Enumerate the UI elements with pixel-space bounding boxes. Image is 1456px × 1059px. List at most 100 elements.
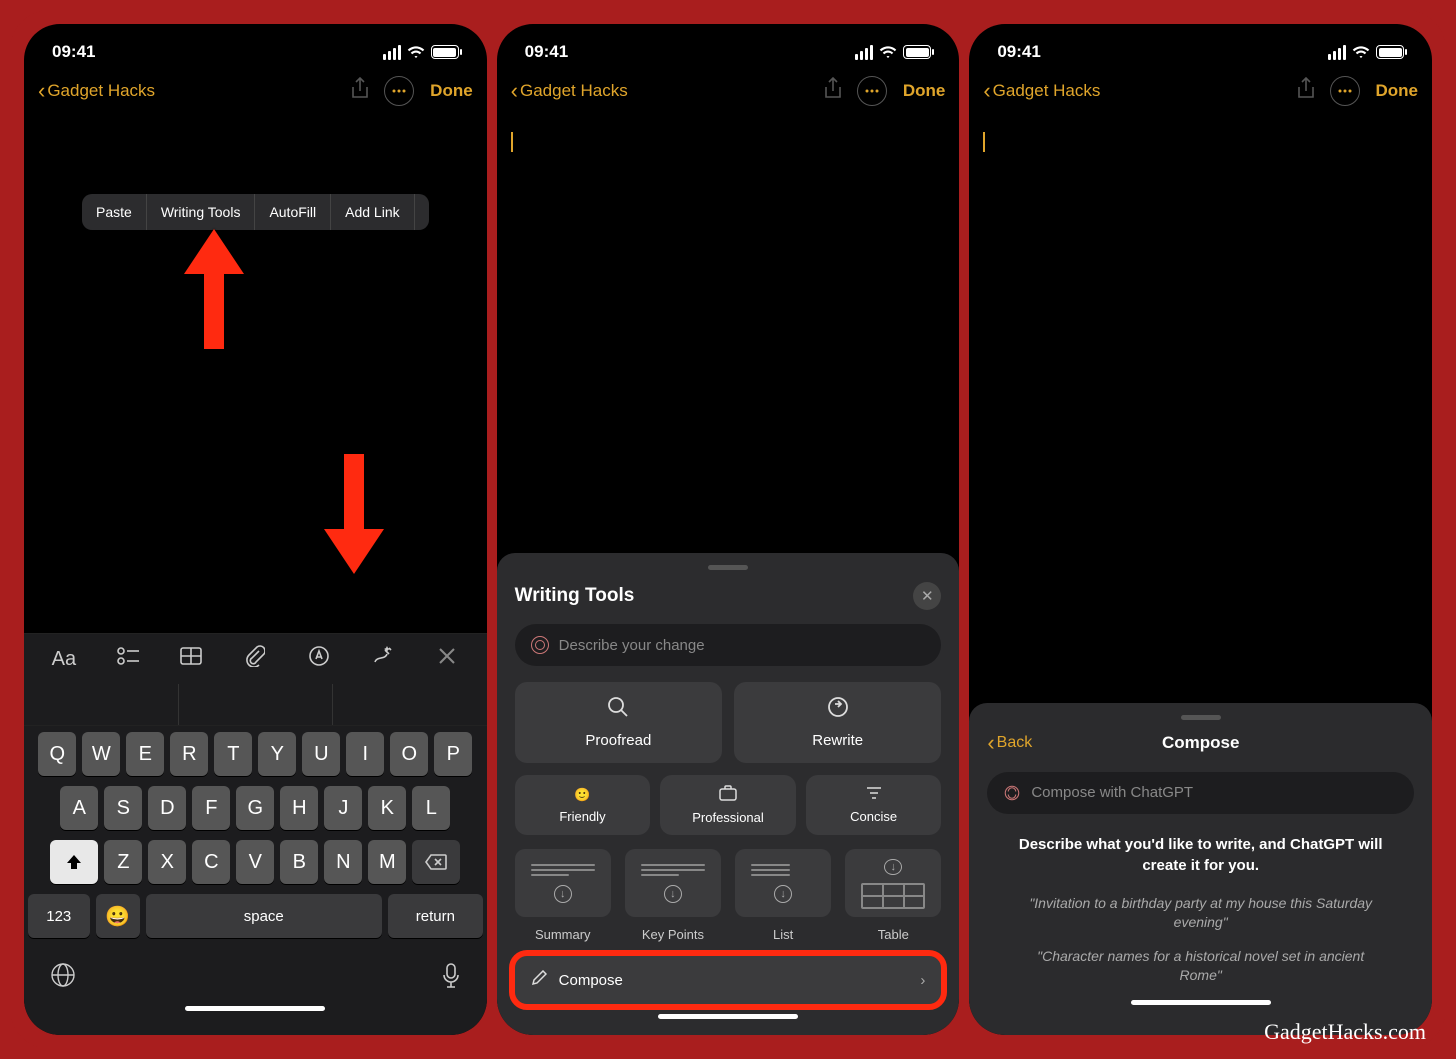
sheet-grabber[interactable] bbox=[1181, 715, 1221, 720]
key-n[interactable]: N bbox=[324, 840, 362, 884]
key-shift[interactable] bbox=[50, 840, 98, 884]
key-e[interactable]: E bbox=[126, 732, 164, 776]
professional-button[interactable]: Professional bbox=[660, 775, 796, 835]
ctx-autofill[interactable]: AutoFill bbox=[255, 194, 331, 230]
prediction-1[interactable] bbox=[24, 684, 179, 725]
key-o[interactable]: O bbox=[390, 732, 428, 776]
key-y[interactable]: Y bbox=[258, 732, 296, 776]
key-g[interactable]: G bbox=[236, 786, 274, 830]
writing-tools-button[interactable] bbox=[363, 644, 403, 674]
summary-button[interactable]: ↓ Summary bbox=[515, 849, 611, 942]
share-icon[interactable] bbox=[1290, 77, 1322, 106]
key-j[interactable]: J bbox=[324, 786, 362, 830]
keyboard: Q W E R T Y U I O P A S D F G H J K L bbox=[24, 726, 487, 1035]
key-p[interactable]: P bbox=[434, 732, 472, 776]
note-body[interactable] bbox=[24, 112, 487, 633]
compose-input[interactable]: Compose with ChatGPT bbox=[987, 772, 1414, 814]
key-return[interactable]: return bbox=[388, 894, 483, 938]
smile-icon: 🙂 bbox=[574, 787, 590, 803]
ctx-writing-tools[interactable]: Writing Tools bbox=[147, 194, 256, 230]
home-indicator[interactable] bbox=[658, 1014, 798, 1019]
compose-instruction: Describe what you'd like to write, and C… bbox=[987, 834, 1414, 876]
compose-sheet: ‹ Back Compose Compose with ChatGPT Desc… bbox=[969, 703, 1432, 1035]
key-a[interactable]: A bbox=[60, 786, 98, 830]
chevron-left-icon: ‹ bbox=[983, 80, 990, 102]
signal-icon bbox=[383, 45, 401, 60]
done-button[interactable]: Done bbox=[895, 81, 946, 101]
sheet-grabber[interactable] bbox=[708, 565, 748, 570]
chevron-left-icon: ‹ bbox=[38, 80, 45, 102]
key-u[interactable]: U bbox=[302, 732, 340, 776]
mic-icon[interactable] bbox=[441, 962, 461, 996]
status-time: 09:41 bbox=[525, 42, 568, 62]
more-icon[interactable] bbox=[857, 76, 887, 106]
concise-button[interactable]: Concise bbox=[806, 775, 942, 835]
sheet-title: Writing Tools bbox=[515, 585, 635, 607]
done-button[interactable]: Done bbox=[422, 81, 473, 101]
key-emoji[interactable]: 😀 bbox=[96, 894, 140, 938]
navbar: ‹ Gadget Hacks Done bbox=[24, 70, 487, 112]
done-button[interactable]: Done bbox=[1368, 81, 1419, 101]
share-icon[interactable] bbox=[817, 77, 849, 106]
table-button[interactable] bbox=[171, 647, 211, 671]
key-r[interactable]: R bbox=[170, 732, 208, 776]
rewrite-button[interactable]: Rewrite bbox=[734, 682, 941, 763]
key-w[interactable]: W bbox=[82, 732, 120, 776]
key-t[interactable]: T bbox=[214, 732, 252, 776]
checklist-button[interactable] bbox=[108, 647, 148, 671]
sheet-back-button[interactable]: ‹ Back bbox=[987, 732, 1032, 754]
signal-icon bbox=[1328, 45, 1346, 60]
describe-placeholder: Describe your change bbox=[559, 637, 705, 654]
proofread-button[interactable]: Proofread bbox=[515, 682, 722, 763]
key-c[interactable]: C bbox=[192, 840, 230, 884]
key-d[interactable]: D bbox=[148, 786, 186, 830]
list-button[interactable]: ↓ List bbox=[735, 849, 831, 942]
compose-button[interactable]: Compose › bbox=[515, 956, 942, 1004]
battery-icon bbox=[1376, 45, 1404, 59]
back-button[interactable]: ‹ Gadget Hacks bbox=[983, 80, 1100, 102]
more-icon[interactable] bbox=[1330, 76, 1360, 106]
key-m[interactable]: M bbox=[368, 840, 406, 884]
table-button[interactable]: ↓ Table bbox=[845, 849, 941, 942]
key-x[interactable]: X bbox=[148, 840, 186, 884]
key-s[interactable]: S bbox=[104, 786, 142, 830]
key-numbers[interactable]: 123 bbox=[28, 894, 90, 938]
text-format-button[interactable]: Aa bbox=[44, 648, 84, 671]
key-delete[interactable] bbox=[412, 840, 460, 884]
ctx-more[interactable] bbox=[415, 194, 429, 230]
context-menu: Paste Writing Tools AutoFill Add Link bbox=[82, 194, 429, 230]
friendly-button[interactable]: 🙂 Friendly bbox=[515, 775, 651, 835]
ctx-add-link[interactable]: Add Link bbox=[331, 194, 414, 230]
back-button[interactable]: ‹ Gadget Hacks bbox=[38, 80, 155, 102]
concise-icon bbox=[865, 786, 883, 803]
status-time: 09:41 bbox=[997, 42, 1040, 62]
status-time: 09:41 bbox=[52, 42, 95, 62]
key-f[interactable]: F bbox=[192, 786, 230, 830]
key-space[interactable]: space bbox=[146, 894, 383, 938]
key-z[interactable]: Z bbox=[104, 840, 142, 884]
magnify-icon bbox=[607, 696, 629, 724]
close-sheet-button[interactable]: ✕ bbox=[913, 582, 941, 610]
close-toolbar-button[interactable] bbox=[427, 647, 467, 671]
key-i[interactable]: I bbox=[346, 732, 384, 776]
key-v[interactable]: V bbox=[236, 840, 274, 884]
key-b[interactable]: B bbox=[280, 840, 318, 884]
key-k[interactable]: K bbox=[368, 786, 406, 830]
describe-change-input[interactable]: Describe your change bbox=[515, 624, 942, 666]
draw-button[interactable] bbox=[299, 645, 339, 673]
prediction-2[interactable] bbox=[179, 684, 334, 725]
share-icon[interactable] bbox=[344, 77, 376, 106]
key-q[interactable]: Q bbox=[38, 732, 76, 776]
home-indicator[interactable] bbox=[185, 1006, 325, 1011]
key-l[interactable]: L bbox=[412, 786, 450, 830]
key-h[interactable]: H bbox=[280, 786, 318, 830]
more-icon[interactable] bbox=[384, 76, 414, 106]
globe-icon[interactable] bbox=[50, 962, 76, 996]
back-button[interactable]: ‹ Gadget Hacks bbox=[511, 80, 628, 102]
attachment-button[interactable] bbox=[235, 645, 275, 673]
home-indicator[interactable] bbox=[1131, 1000, 1271, 1005]
ctx-paste[interactable]: Paste bbox=[82, 194, 147, 230]
keypoints-button[interactable]: ↓ Key Points bbox=[625, 849, 721, 942]
prediction-3[interactable] bbox=[333, 684, 487, 725]
compose-title: Compose bbox=[987, 733, 1414, 753]
